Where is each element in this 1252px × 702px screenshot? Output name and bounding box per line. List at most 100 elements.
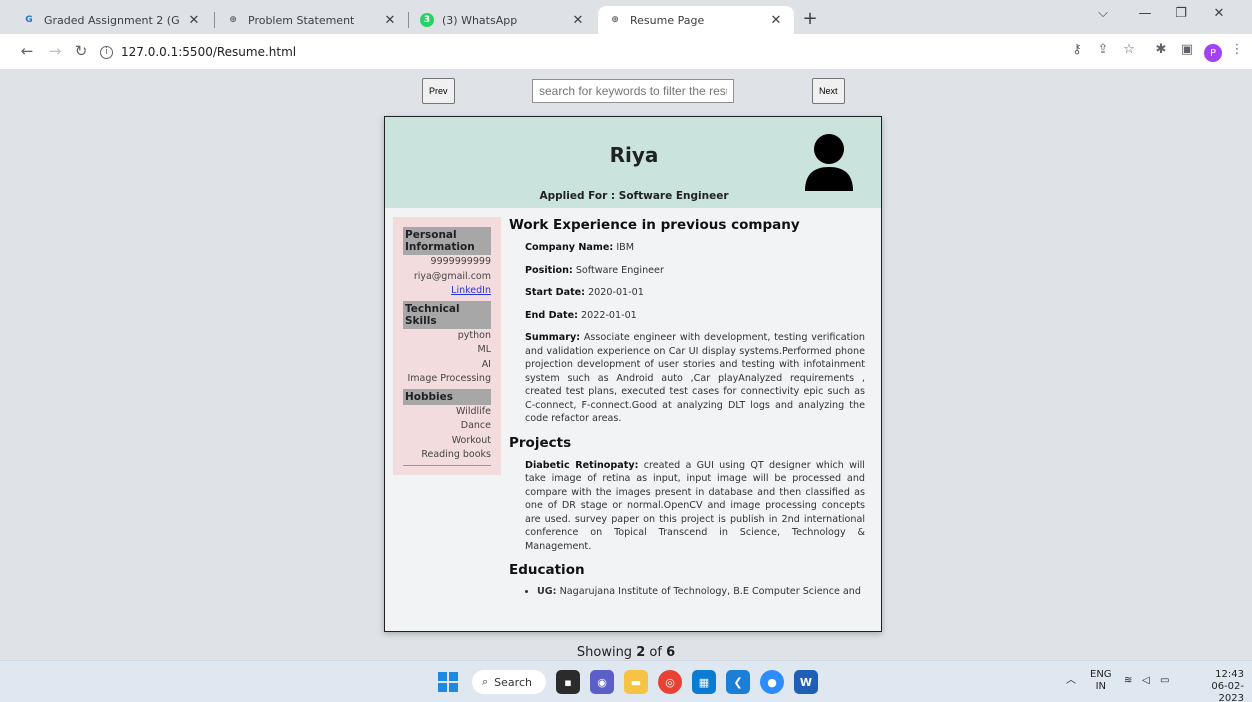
field-label: Position: — [525, 264, 573, 276]
language-indicator[interactable]: ENG IN — [1090, 669, 1112, 693]
taskbar-search-label: Search — [494, 675, 532, 689]
tab-title: (3) WhatsApp — [442, 13, 518, 27]
prev-button[interactable]: Prev — [422, 78, 455, 104]
resume-sidebar: Personal Information 9999999999 riya@gma… — [393, 217, 501, 475]
field-label: UG: — [537, 586, 557, 597]
field-label: End Date: — [525, 309, 578, 321]
teams-chat-icon[interactable]: ◉ — [590, 670, 614, 694]
region-code: IN — [1095, 681, 1106, 692]
project-name: Diabetic Retinopaty: — [525, 459, 639, 471]
project-field: Diabetic Retinopaty: created a GUI using… — [525, 459, 865, 554]
url-text: 127.0.0.1:5500/Resume.html — [121, 45, 297, 59]
side-panel-icon[interactable]: ▣ — [1176, 42, 1198, 57]
company-field: Company Name: IBM — [525, 241, 865, 255]
end-date-value: 2022-01-01 — [581, 309, 637, 321]
tray-chevron-icon[interactable]: ︿ — [1066, 675, 1076, 687]
applied-for: Applied For : Software Engineer — [539, 190, 729, 202]
chrome-icon[interactable]: ◎ — [658, 670, 682, 694]
window-close-icon[interactable]: ✕ — [1204, 6, 1234, 21]
field-label: Company Name: — [525, 242, 614, 253]
tab-search-chevron-icon[interactable]: ⌵ — [1088, 6, 1118, 21]
ug-value: Nagarujana Institute of Technology, B.E … — [559, 586, 861, 597]
close-icon[interactable]: ✕ — [186, 13, 202, 28]
google-classroom-icon: G — [25, 15, 33, 25]
hobby-item: Dance — [460, 420, 491, 431]
position-field: Position: Software Engineer — [525, 264, 865, 278]
hobby-item: Reading books — [421, 449, 491, 460]
clock[interactable]: 12:43 06-02-2023 — [1186, 669, 1244, 702]
bookmark-star-icon[interactable]: ☆ — [1118, 42, 1140, 57]
company-value: IBM — [616, 242, 635, 253]
position-value: Software Engineer — [575, 264, 664, 276]
clock-date: 06-02-2023 — [1211, 681, 1244, 702]
next-button[interactable]: Next — [812, 78, 845, 104]
language-code: ENG — [1090, 669, 1112, 680]
back-arrow-icon[interactable]: ← — [16, 42, 38, 60]
site-info-icon[interactable]: i — [100, 45, 113, 59]
restore-icon[interactable]: ❐ — [1166, 6, 1196, 21]
battery-icon[interactable]: ▭ — [1160, 675, 1169, 687]
education-list: UG: Nagarujana Institute of Technology, … — [537, 586, 865, 597]
resume-card: Riya Applied For : Software Engineer Per… — [384, 116, 882, 632]
word-icon[interactable]: W — [794, 670, 818, 694]
profile-avatar[interactable]: P — [1204, 44, 1222, 62]
minimize-icon[interactable]: — — [1130, 6, 1160, 21]
tab-separator — [408, 12, 409, 28]
search-icon: ⌕ — [482, 675, 489, 688]
windows-taskbar: ⌕ Search ▪ ◉ ▬ ◎ ▦ ❮ ● W ︿ ENG IN ≋ ◁ ▭ … — [0, 660, 1252, 702]
vscode-icon[interactable]: ❮ — [726, 670, 750, 694]
resume-main: Work Experience in previous company Comp… — [509, 215, 865, 597]
hobbies-heading: Hobbies — [403, 388, 491, 405]
tab-problem-statement[interactable]: ⊕ Problem Statement ✕ — [216, 6, 408, 34]
task-view-icon[interactable]: ▪ — [556, 670, 580, 694]
keyword-search-input[interactable] — [532, 79, 734, 103]
project-description: created a GUI using QT designer which wi… — [525, 459, 865, 552]
showing-of: of — [649, 645, 662, 660]
phone-number: 9999999999 — [430, 256, 491, 267]
tab-title: Problem Statement — [248, 13, 355, 27]
new-tab-plus-icon[interactable]: + — [798, 8, 822, 32]
technical-skills-heading: Technical Skills — [403, 300, 491, 329]
menu-kebab-icon[interactable]: ⋮ — [1226, 42, 1248, 57]
store-icon[interactable]: ▦ — [692, 670, 716, 694]
showing-prefix: Showing — [576, 645, 633, 660]
extensions-puzzle-icon[interactable]: ✱ — [1150, 42, 1172, 57]
globe-icon: ⊕ — [229, 15, 237, 25]
zoom-icon[interactable]: ● — [760, 670, 784, 694]
clock-time: 12:43 — [1215, 669, 1244, 680]
tab-whatsapp[interactable]: 3 (3) WhatsApp ✕ — [410, 6, 596, 34]
field-label: Summary: — [525, 332, 581, 343]
user-avatar-icon — [805, 134, 853, 191]
volume-icon[interactable]: ◁ — [1142, 675, 1150, 687]
windows-start-icon[interactable] — [436, 670, 460, 694]
summary-value: Associate engineer with development, tes… — [525, 332, 865, 424]
address-bar[interactable]: i 127.0.0.1:5500/Resume.html — [100, 40, 1060, 64]
linkedin-link[interactable]: LinkedIn — [451, 285, 491, 296]
wifi-icon[interactable]: ≋ — [1124, 675, 1132, 687]
hobby-item: Wildlife — [456, 405, 491, 417]
password-key-icon[interactable]: ⚷ — [1066, 42, 1088, 57]
share-icon[interactable]: ⇪ — [1092, 42, 1114, 57]
taskbar-search[interactable]: ⌕ Search — [472, 670, 546, 694]
reload-icon[interactable]: ↻ — [70, 42, 92, 60]
hobby-item: Workout — [451, 434, 491, 446]
skill-item: python — [457, 329, 491, 341]
skill-item: AI — [481, 358, 491, 370]
current-page: 2 — [636, 645, 646, 660]
tab-resume-page[interactable]: ⊕ Resume Page ✕ — [598, 6, 794, 34]
file-explorer-icon[interactable]: ▬ — [624, 670, 648, 694]
close-icon[interactable]: ✕ — [570, 13, 586, 28]
close-icon[interactable]: ✕ — [768, 13, 784, 28]
projects-heading: Projects — [509, 434, 572, 451]
tab-graded-assignment[interactable]: G Graded Assignment 2 (Group): Ja ✕ — [12, 6, 212, 34]
skill-item: Image Processing — [407, 373, 491, 384]
forward-arrow-icon[interactable]: → — [44, 42, 66, 60]
sidebar-divider — [403, 464, 491, 466]
education-item: UG: Nagarujana Institute of Technology, … — [537, 586, 865, 597]
linkedin-item: LinkedIn — [403, 284, 491, 299]
end-date-field: End Date: 2022-01-01 — [525, 309, 865, 323]
email-address: riya@gmail.com — [413, 270, 491, 282]
pagination-status: Showing 2 of 6 — [0, 645, 1252, 660]
close-icon[interactable]: ✕ — [382, 13, 398, 28]
browser-toolbar: ← → ↻ i 127.0.0.1:5500/Resume.html ⚷ ⇪ ☆… — [0, 34, 1252, 70]
